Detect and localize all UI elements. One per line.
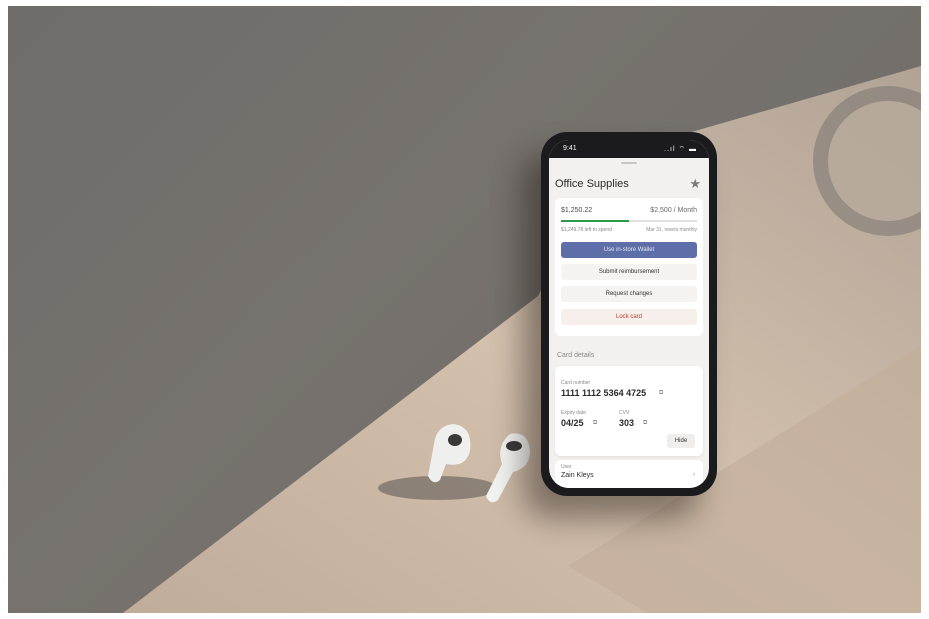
spent-amount: $1,250.22 — [561, 207, 593, 214]
copy-expiry-icon[interactable]: ⧉ — [593, 420, 597, 427]
earbuds — [378, 424, 530, 503]
phone-screen: 9:41 ..ıl ⌔ ▬ Office Supplies ★ $1,250.2… — [549, 140, 709, 488]
expiry-value: 04/25 — [561, 418, 584, 428]
lock-card-button[interactable]: Lock card — [561, 309, 697, 325]
budget-limit: $2,500 / Month — [650, 207, 697, 214]
card-details-panel: Card number 1111 1112 5364 4725 ⧉ Expiry… — [555, 366, 703, 456]
cvv-label: CVV — [619, 410, 630, 416]
copy-card-number-icon[interactable]: ⧉ — [659, 390, 663, 397]
sheet-grabber[interactable] — [621, 162, 637, 164]
chevron-icon[interactable]: › — [693, 472, 695, 478]
hide-button[interactable]: Hide — [667, 434, 695, 448]
reset-note: Mar 31, resets monthly — [646, 227, 697, 233]
user-row[interactable]: User Zain Kleys › — [555, 460, 703, 488]
photo-scene — [8, 6, 921, 613]
card-number: 1111 1112 5364 4725 — [561, 388, 647, 398]
expiry-label: Expiry date — [561, 410, 587, 416]
budget-progress-bar — [561, 220, 697, 222]
smartphone: 9:41 ..ıl ⌔ ▬ Office Supplies ★ $1,250.2… — [541, 132, 717, 496]
status-bar: 9:41 ..ıl ⌔ ▬ — [549, 140, 709, 158]
budget-card: $1,250.22 $2,500 / Month $1,249.78 left … — [555, 198, 703, 336]
remaining-note: $1,249.78 left to spend — [561, 227, 612, 233]
submit-reimbursement-button[interactable]: Submit reimbursement — [561, 264, 697, 280]
card-details-heading: Card details — [557, 352, 595, 359]
status-icons: ..ıl ⌔ ▬ — [664, 146, 697, 153]
request-changes-button[interactable]: Request changes — [561, 286, 697, 302]
wallet-button[interactable]: Use in-store Wallet — [561, 242, 697, 258]
card-number-label: Card number — [561, 380, 591, 386]
user-label: User — [561, 464, 572, 470]
user-name: Zain Kleys — [561, 472, 594, 479]
status-time: 9:41 — [563, 145, 577, 152]
page-title: Office Supplies — [555, 178, 629, 190]
budget-progress-fill — [561, 220, 629, 222]
star-icon[interactable]: ★ — [689, 176, 701, 192]
copy-cvv-icon[interactable]: ⧉ — [643, 420, 647, 427]
cvv-value: 303 — [619, 418, 635, 428]
